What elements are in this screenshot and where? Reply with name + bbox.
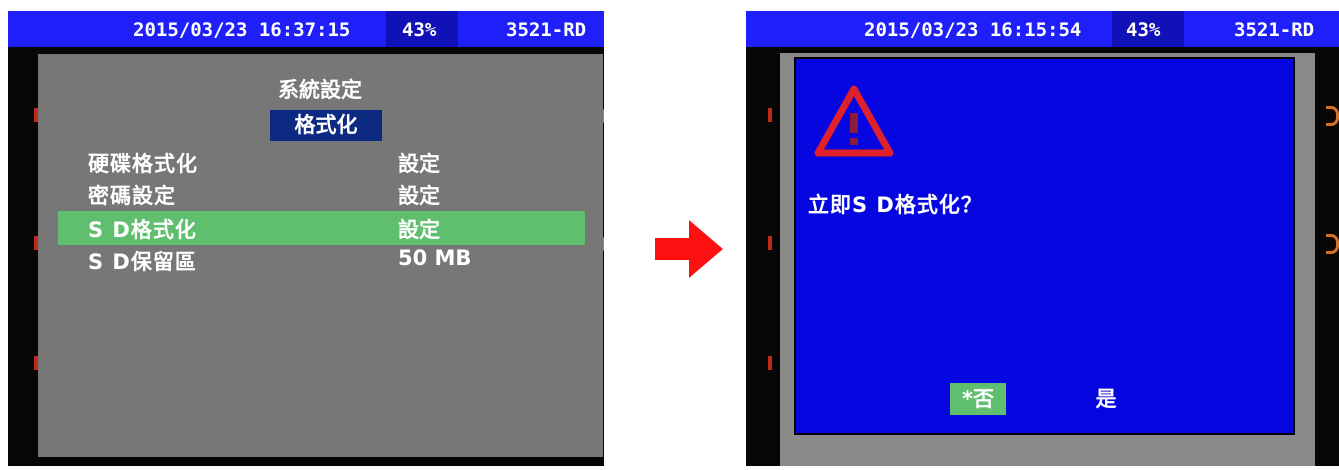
device-id: 3521-RD — [506, 19, 587, 41]
menu-item-sd-reserve[interactable]: S D保留區 50 MB — [58, 243, 585, 277]
menu-title: 系統設定 — [278, 78, 362, 102]
settings-menu: 系統設定 格式化 硬碟格式化 設定 密碼設定 設定 S D格式化 設定 S D保… — [38, 54, 603, 457]
menu-item-label: 硬碟格式化 — [88, 152, 198, 176]
menu-item-label: S D格式化 — [88, 218, 197, 242]
settings-screen: 2015/03/23 16:37:15 43% 3521-RD 系統設定 格式化… — [8, 11, 604, 466]
datetime-readout: 2015/03/23 16:15:54 — [864, 19, 1082, 41]
datetime-readout: 2015/03/23 16:37:15 — [133, 19, 351, 41]
menu-item-label: S D保留區 — [88, 250, 197, 274]
status-bar: 2015/03/23 16:15:54 43% 3521-RD — [746, 11, 1339, 47]
menu-subtitle: 格式化 — [270, 110, 382, 141]
edge-marker — [768, 356, 772, 370]
format-confirm-dialog: 立即S D格式化？ *否 是 — [794, 57, 1295, 435]
menu-item-sd-format[interactable]: S D格式化 設定 — [58, 211, 585, 245]
menu-item-label: 密碼設定 — [88, 184, 176, 208]
edge-marker — [1326, 234, 1339, 254]
edge-marker — [768, 236, 772, 250]
menu-item-value: 設定 — [398, 184, 440, 208]
device-id: 3521-RD — [1234, 19, 1315, 41]
warning-triangle-icon — [814, 85, 894, 157]
menu-item-value: 50 MB — [398, 246, 472, 270]
edge-marker — [768, 108, 772, 122]
dialog-question: 立即S D格式化？ — [808, 193, 983, 217]
edge-marker — [1326, 106, 1339, 126]
menu-item-value: 設定 — [398, 218, 440, 242]
status-bar: 2015/03/23 16:37:15 43% 3521-RD — [8, 11, 604, 47]
battery-level: 43% — [402, 19, 437, 41]
menu-item-hdd-format[interactable]: 硬碟格式化 設定 — [58, 145, 585, 179]
no-button[interactable]: *否 — [950, 383, 1006, 415]
dialog-frame: 立即S D格式化？ *否 是 — [780, 53, 1315, 466]
menu-item-password[interactable]: 密碼設定 設定 — [58, 177, 585, 211]
menu-item-value: 設定 — [398, 152, 440, 176]
format-confirm-screen: 2015/03/23 16:15:54 43% 3521-RD 立即S D格式化… — [746, 11, 1339, 466]
arrow-right-icon — [655, 220, 723, 278]
battery-level: 43% — [1126, 19, 1161, 41]
yes-button[interactable]: 是 — [1086, 383, 1126, 415]
